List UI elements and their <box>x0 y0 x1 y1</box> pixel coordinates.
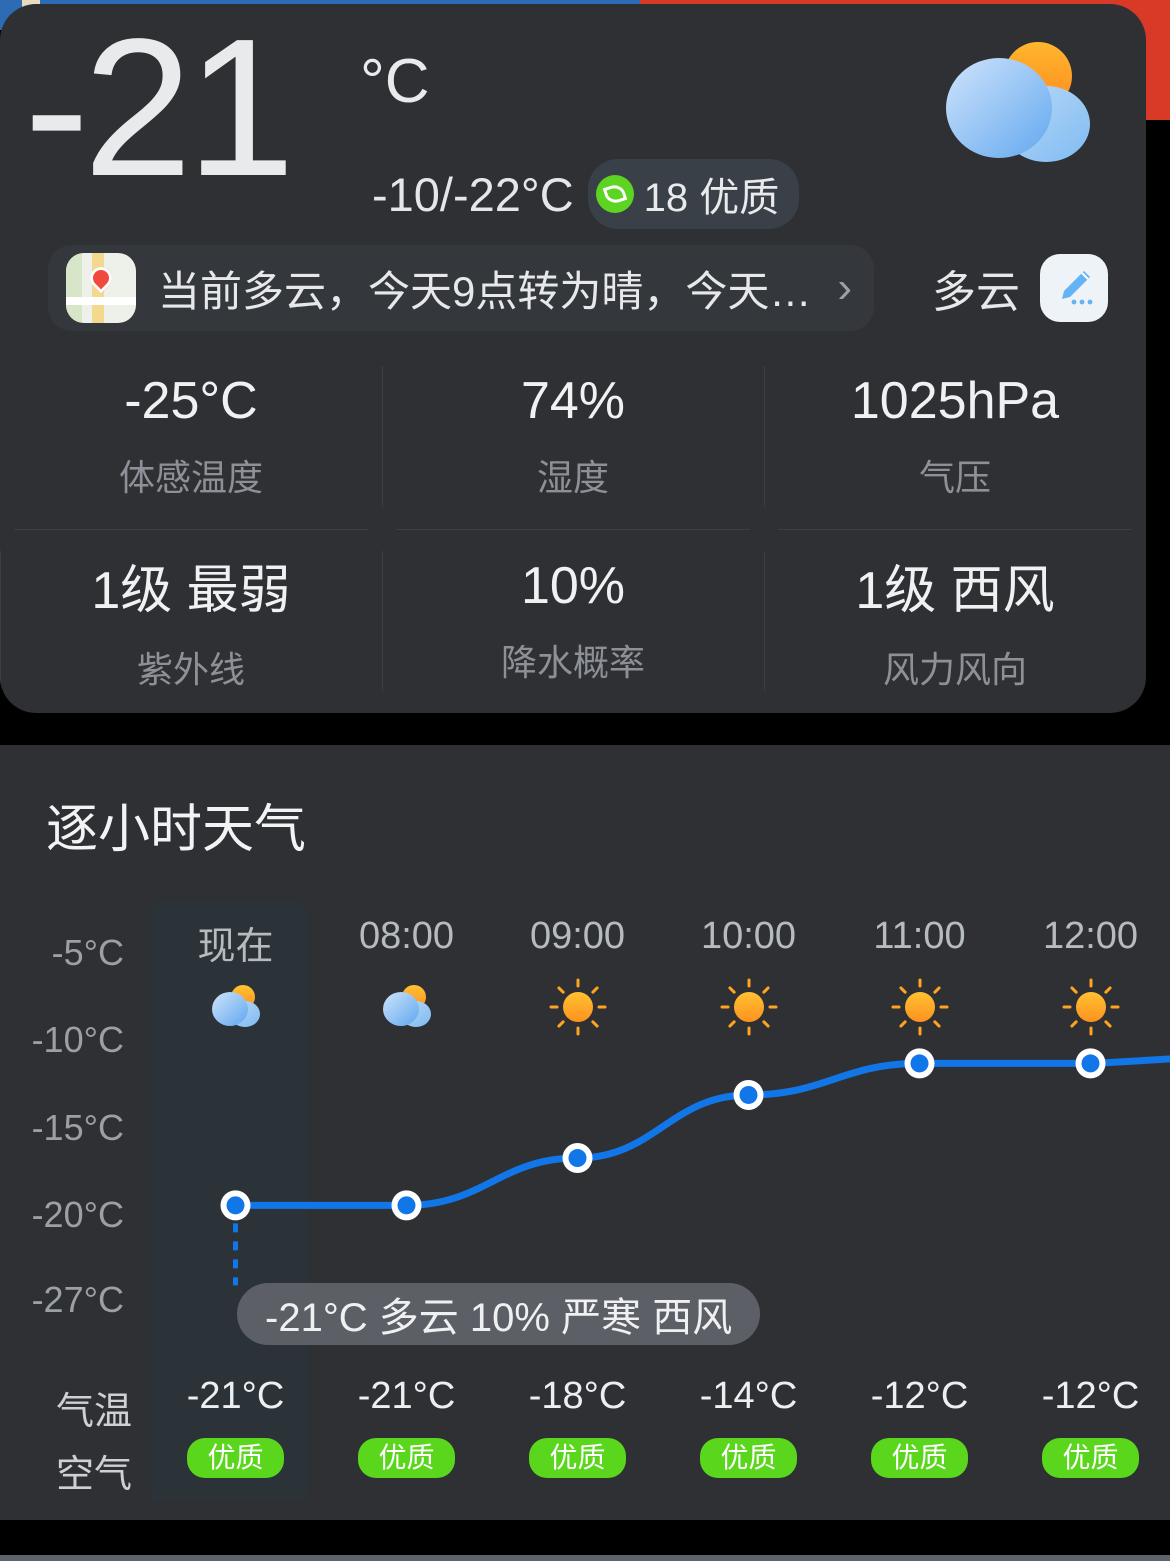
chart-tooltip: -21°C 多云 10% 严寒 西风 <box>237 1283 761 1345</box>
bottom-bar <box>0 1520 1170 1555</box>
row-label-air-quality: 空气 <box>56 1454 133 1496</box>
chart-row-labels: 气温 空气 <box>56 900 156 1501</box>
row-label-temperature: 气温 <box>56 1391 133 1433</box>
hour-column[interactable]: 10:00 -14°C 优质 <box>663 900 834 1501</box>
condition-edit-group: 多云 <box>932 254 1108 322</box>
hour-air-quality-badge: 优质 <box>529 1438 626 1478</box>
forecast-summary-text: 当前多云，今天9点转为晴，今天… <box>158 267 812 315</box>
metric-value: 10% <box>520 556 626 615</box>
air-quality-value: 18 优质 <box>643 176 780 220</box>
sunny-icon <box>1062 978 1120 1036</box>
hourly-columns: 现在 -21°C 优质 08:00 -21°C 优质 09:00 -18°C 优… <box>150 900 1170 1501</box>
metric-value: 1级 西风 <box>855 562 1055 621</box>
hour-temperature: -12°C <box>1041 1375 1140 1417</box>
metric-label: 湿度 <box>536 457 609 499</box>
hour-label: 11:00 <box>873 915 966 957</box>
temperature-unit: °C <box>360 47 430 116</box>
metric-uv-index: 1级 最弱 紫外线 <box>0 528 382 714</box>
location-summary-row: 当前多云，今天9点转为晴，今天… › 多云 <box>0 240 1146 336</box>
hour-air-quality-badge: 优质 <box>700 1438 797 1478</box>
metric-label: 降水概率 <box>500 641 645 683</box>
leaf-icon <box>595 175 634 213</box>
edit-icon[interactable] <box>1040 254 1108 322</box>
sunny-icon <box>720 978 778 1036</box>
hour-temperature: -21°C <box>186 1375 285 1417</box>
hour-column[interactable]: 12:00 -12°C 优质 <box>1005 900 1170 1501</box>
hour-temperature: -21°C <box>357 1375 456 1417</box>
hour-temperature: -12°C <box>870 1375 969 1417</box>
metric-wind: 1级 西风 风力风向 <box>764 528 1146 714</box>
hour-air-quality-badge: 优质 <box>358 1438 455 1478</box>
metric-feels-like: -25°C 体感温度 <box>0 344 382 529</box>
hour-column[interactable]: 09:00 -18°C 优质 <box>492 900 663 1501</box>
metric-pressure: 1025hPa 气压 <box>764 344 1146 529</box>
hour-label: 12:00 <box>1042 915 1139 957</box>
sunny-icon <box>549 978 607 1036</box>
hour-label: 08:00 <box>358 915 455 957</box>
hour-temperature: -14°C <box>699 1375 798 1417</box>
map-icon <box>66 253 136 323</box>
hour-label: 09:00 <box>529 915 626 957</box>
metrics-grid: -25°C 体感温度 74% 湿度 1025hPa 气压 1级 最弱 紫外线 1… <box>0 344 1146 713</box>
chart-tooltip-text: -21°C 多云 10% 严寒 西风 <box>265 1296 733 1340</box>
hour-label: 现在 <box>197 926 274 968</box>
hour-column[interactable]: 08:00 -21°C 优质 <box>321 900 492 1501</box>
home-indicator <box>0 1555 1170 1561</box>
air-quality-badge[interactable]: 18 优质 <box>587 159 800 229</box>
current-condition-label: 多云 <box>932 268 1020 317</box>
metric-label: 紫外线 <box>136 649 245 691</box>
metric-label: 气压 <box>918 457 991 499</box>
weather-screen: -21 °C -10/-22°C 18 优质 当前多云，今天9点转为晴，今天… … <box>0 0 1170 1561</box>
metric-value: 74% <box>520 372 626 431</box>
hour-column[interactable]: 现在 -21°C 优质 <box>150 900 321 1501</box>
metric-label: 体感温度 <box>118 457 263 499</box>
hour-air-quality-badge: 优质 <box>1042 1438 1139 1478</box>
current-temperature: -21 <box>24 4 295 217</box>
partly-cloudy-icon <box>207 978 265 1036</box>
hourly-section-title: 逐小时天气 <box>46 801 307 859</box>
hour-temperature: -18°C <box>528 1375 627 1417</box>
current-conditions-card[interactable]: -21 °C -10/-22°C 18 优质 当前多云，今天9点转为晴，今天… … <box>0 4 1146 713</box>
hour-air-quality-badge: 优质 <box>187 1438 284 1478</box>
partly-cloudy-icon <box>378 978 436 1036</box>
hour-air-quality-badge: 优质 <box>871 1438 968 1478</box>
temperature-range: -10/-22°C <box>372 167 574 221</box>
metric-value: 1级 最弱 <box>91 562 291 621</box>
metric-precipitation: 10% 降水概率 <box>382 528 764 714</box>
metric-value: -25°C <box>124 372 258 431</box>
hour-label: 10:00 <box>700 915 797 957</box>
metric-humidity: 74% 湿度 <box>382 344 764 529</box>
metric-label: 风力风向 <box>882 649 1027 691</box>
hourly-weather-card[interactable]: 逐小时天气 -5°C -10°C -15°C -20°C -27°C 气温 空气 现在 -… <box>0 745 1170 1520</box>
forecast-summary-chip[interactable]: 当前多云，今天9点转为晴，今天… › <box>48 245 875 331</box>
chevron-right-icon: › <box>837 263 853 312</box>
hour-column[interactable]: 11:00 -12°C 优质 <box>834 900 1005 1501</box>
sunny-icon <box>891 978 949 1036</box>
metric-value: 1025hPa <box>850 372 1060 431</box>
temperature-range-row: -10/-22°C 18 优质 <box>372 159 800 229</box>
partly-cloudy-icon <box>936 32 1106 172</box>
